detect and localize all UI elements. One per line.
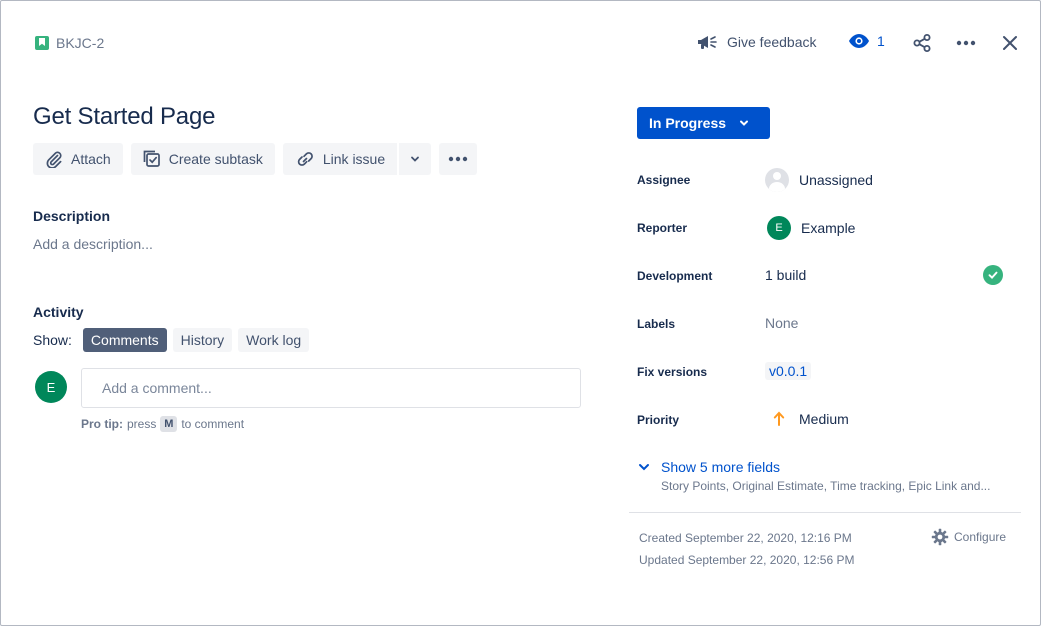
more-actions-button[interactable] xyxy=(954,31,978,55)
share-icon xyxy=(913,34,931,52)
version-tag[interactable]: v0.0.1 xyxy=(765,362,812,380)
issue-key[interactable]: BKJC-2 xyxy=(56,35,104,51)
development-field[interactable]: 1 build xyxy=(765,267,806,283)
reporter-label: Reporter xyxy=(637,221,688,235)
pro-tip-label: Pro tip: xyxy=(81,417,123,431)
issue-title[interactable]: Get Started Page xyxy=(33,103,215,131)
labels-field[interactable]: None xyxy=(765,315,798,331)
issue-dialog: BKJC-2 Give feedback 1 Get Started Page … xyxy=(0,0,1041,626)
show-more-fields-button[interactable]: Show 5 more fields Story Points, Origina… xyxy=(637,459,990,493)
link-icon xyxy=(297,152,313,166)
unassigned-avatar-icon xyxy=(765,168,789,192)
show-label: Show: xyxy=(33,332,72,348)
issue-action-toolbar: Attach Create subtask Link issue xyxy=(33,143,478,175)
pro-tip: Pro tip: press M to comment xyxy=(81,416,244,432)
configure-button[interactable]: Configure xyxy=(931,528,1006,546)
comment-input[interactable]: Add a comment... xyxy=(81,368,581,408)
status-label: In Progress xyxy=(649,115,727,131)
fix-versions-label: Fix versions xyxy=(637,365,708,379)
issue-key-breadcrumb[interactable]: BKJC-2 xyxy=(35,35,104,51)
chevron-down-icon xyxy=(411,156,420,162)
assignee-value: Unassigned xyxy=(799,172,873,188)
reporter-field[interactable]: E Example xyxy=(767,216,855,240)
create-subtask-label: Create subtask xyxy=(168,151,263,167)
shortcut-key: M xyxy=(160,416,178,432)
create-subtask-button[interactable]: Create subtask xyxy=(130,143,275,175)
description-heading: Description xyxy=(33,208,111,224)
story-icon xyxy=(35,36,49,50)
configure-label: Configure xyxy=(954,530,1007,544)
more-issue-actions-button[interactable] xyxy=(439,143,478,175)
filter-comments[interactable]: Comments xyxy=(82,328,167,352)
pro-tip-press: press xyxy=(127,417,157,431)
watch-count: 1 xyxy=(877,33,885,49)
more-icon xyxy=(448,156,468,162)
chevron-down-icon xyxy=(639,464,649,471)
subtask-icon xyxy=(143,150,160,167)
gear-icon xyxy=(931,528,949,546)
share-button[interactable] xyxy=(910,31,934,55)
priority-value: Medium xyxy=(799,411,849,427)
avatar: E xyxy=(767,216,791,240)
divider xyxy=(629,512,1021,513)
link-issue-dropdown-button[interactable] xyxy=(399,143,432,175)
labels-label: Labels xyxy=(637,317,676,331)
chevron-down-icon xyxy=(740,120,749,126)
more-fields-summary: Story Points, Original Estimate, Time tr… xyxy=(661,479,991,493)
labels-value: None xyxy=(765,315,799,331)
pro-tip-rest: to comment xyxy=(181,417,245,431)
development-value: 1 build xyxy=(765,267,807,283)
attach-button[interactable]: Attach xyxy=(33,143,123,175)
close-icon xyxy=(1003,36,1017,50)
priority-field[interactable]: Medium xyxy=(773,411,849,427)
assignee-label: Assignee xyxy=(637,173,691,187)
link-issue-label: Link issue xyxy=(322,151,386,167)
fix-versions-field[interactable]: v0.0.1 xyxy=(765,362,812,380)
updated-date: Updated September 22, 2020, 12:56 PM xyxy=(639,553,855,567)
show-more-fields-label: Show 5 more fields xyxy=(661,459,781,475)
status-dropdown-button[interactable]: In Progress xyxy=(637,107,770,139)
eye-icon xyxy=(849,34,869,48)
description-input[interactable]: Add a description... xyxy=(33,236,153,252)
assignee-field[interactable]: Unassigned xyxy=(765,168,873,192)
give-feedback-button[interactable]: Give feedback xyxy=(696,33,817,51)
avatar: E xyxy=(35,371,67,403)
development-label: Development xyxy=(637,269,713,283)
arrow-up-icon xyxy=(773,411,785,426)
paperclip-icon xyxy=(46,151,62,168)
link-issue-split-button: Link issue xyxy=(282,143,432,175)
link-issue-button[interactable]: Link issue xyxy=(282,143,398,175)
build-success-icon xyxy=(983,265,1003,285)
close-button[interactable] xyxy=(998,31,1022,55)
watch-button[interactable]: 1 xyxy=(849,33,885,49)
give-feedback-label: Give feedback xyxy=(727,34,817,50)
filter-history[interactable]: History xyxy=(172,328,233,352)
more-icon xyxy=(956,40,976,46)
activity-filter-row: Show: Comments History Work log xyxy=(33,328,310,352)
filter-work-log[interactable]: Work log xyxy=(238,328,310,352)
priority-label: Priority xyxy=(637,413,680,427)
created-date: Created September 22, 2020, 12:16 PM xyxy=(639,531,852,545)
activity-heading: Activity xyxy=(33,304,84,320)
attach-label: Attach xyxy=(71,151,111,167)
reporter-value: Example xyxy=(801,220,856,236)
megaphone-icon xyxy=(698,36,717,49)
